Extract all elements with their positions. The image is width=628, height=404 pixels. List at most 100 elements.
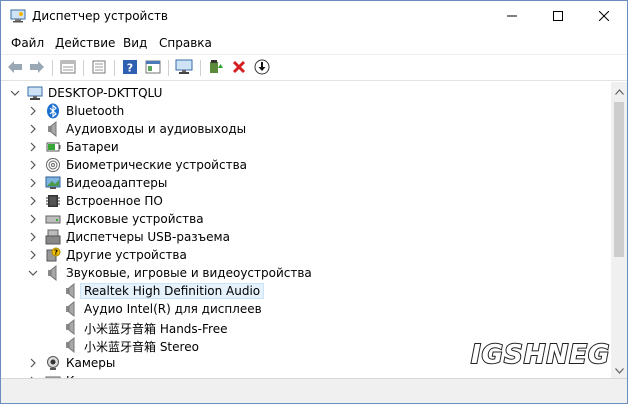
chevron-right-icon[interactable]: [27, 248, 39, 262]
close-button[interactable]: [581, 1, 627, 32]
tree-child[interactable]: 小米蓝牙音箱 Hands-Free: [1, 318, 611, 336]
tree-item-label: Дисковые устройства: [66, 212, 204, 226]
speaker-icon: [63, 300, 79, 318]
back-button[interactable]: [6, 59, 24, 77]
chevron-right-icon[interactable]: [27, 356, 39, 370]
camera-icon: [45, 355, 61, 371]
scan-hardware-button[interactable]: [175, 59, 193, 77]
chevron-up-icon: [614, 84, 624, 98]
close-icon: [598, 10, 610, 24]
tree-item[interactable]: ? Другие устройства: [1, 246, 611, 264]
device-tree: DESKTOP-DKTTQLU Bluetooth Аудиовходы и а…: [1, 82, 611, 378]
menu-view[interactable]: Вид: [123, 36, 147, 50]
fingerprint-icon: [45, 157, 61, 173]
tree-item[interactable]: Видеоадаптеры: [1, 174, 611, 192]
chevron-right-icon[interactable]: [27, 212, 39, 226]
menu-file[interactable]: Файл: [11, 36, 44, 50]
speaker-icon: [45, 264, 61, 282]
maximize-icon: [553, 10, 563, 24]
display-adapter-icon: [45, 175, 61, 191]
update-driver-button[interactable]: [207, 59, 225, 77]
chevron-down-icon[interactable]: [9, 86, 21, 100]
chevron-right-icon[interactable]: [27, 122, 39, 136]
tree-icon: [91, 60, 107, 77]
tree-item[interactable]: Встроенное ПО: [1, 192, 611, 210]
tree-item[interactable]: Диспетчеры USB-разъема: [1, 228, 611, 246]
tree-item-label: Батареи: [66, 140, 119, 154]
tree-item[interactable]: Биометрические устройства: [1, 156, 611, 174]
chevron-right-icon[interactable]: [27, 230, 39, 244]
tree-item[interactable]: Bluetooth: [1, 102, 611, 120]
firmware-icon: [45, 193, 61, 209]
tree-item[interactable]: Батареи: [1, 138, 611, 156]
chevron-right-icon[interactable]: [27, 194, 39, 208]
tree-item-label: Камеры: [66, 356, 116, 370]
tree-child-label: Realtek High Definition Audio: [79, 283, 265, 299]
tree-root[interactable]: DESKTOP-DKTTQLU: [1, 84, 611, 102]
tree-child-label: 小米蓝牙音箱 Hands-Free: [84, 322, 228, 336]
chevron-down-icon[interactable]: [27, 266, 39, 280]
tree-item-label: Встроенное ПО: [66, 194, 163, 208]
tree-item[interactable]: Дисковые устройства: [1, 210, 611, 228]
back-icon: [7, 60, 23, 77]
speaker-icon: [63, 336, 79, 354]
tree-child-label: 小米蓝牙音箱 Stereo: [84, 340, 199, 354]
tree-item-label: Аудиовходы и аудиовыходы: [66, 122, 247, 136]
tree-root-label: DESKTOP-DKTTQLU: [48, 86, 163, 100]
tree-item-expanded[interactable]: Звуковые, игровые и видеоустройства: [1, 264, 611, 282]
minimize-button[interactable]: [489, 1, 535, 32]
tree-item-label: Bluetooth: [66, 104, 125, 118]
disk-icon: [45, 211, 61, 227]
window-title: Диспетчер устройств: [32, 9, 169, 23]
speaker-icon: [45, 120, 61, 138]
chevron-right-icon[interactable]: [27, 158, 39, 172]
show-tree-button[interactable]: [90, 59, 108, 77]
monitor-icon: [175, 59, 193, 78]
tree-child-selected[interactable]: Realtek High Definition Audio: [1, 282, 611, 300]
scroll-thumb[interactable]: [614, 102, 624, 257]
forward-icon: [29, 60, 45, 77]
bluetooth-icon: [45, 103, 61, 119]
device-manager-window: Диспетчер устройств Файл Действие Вид Сп…: [0, 0, 628, 404]
scroll-down-button[interactable]: [611, 361, 627, 378]
properties-button[interactable]: [59, 59, 77, 77]
toolbar: ?: [1, 54, 627, 81]
chevron-right-icon[interactable]: [27, 104, 39, 118]
watermark: IGSHNEG: [470, 339, 611, 371]
tree-child[interactable]: Аудио Intel(R) для дисплеев: [1, 300, 611, 318]
tree-item-label: Звуковые, игровые и видеоустройства: [66, 266, 312, 280]
chevron-down-icon: [614, 363, 624, 377]
uninstall-button[interactable]: [230, 59, 248, 77]
scroll-up-button[interactable]: [611, 82, 627, 99]
speaker-icon: [63, 318, 79, 336]
tree-item-label: Диспетчеры USB-разъема: [66, 230, 230, 244]
chevron-right-icon[interactable]: [27, 140, 39, 154]
tree-item[interactable]: Аудиовходы и аудиовыходы: [1, 120, 611, 138]
maximize-button[interactable]: [535, 1, 581, 32]
menu-help[interactable]: Справка: [159, 36, 212, 50]
properties-icon: [60, 60, 76, 77]
menu-action[interactable]: Действие: [55, 36, 115, 50]
minimize-icon: [507, 10, 517, 24]
tree-item-label: Биометрические устройства: [66, 158, 247, 172]
status-bar: [1, 378, 627, 403]
console-button[interactable]: [144, 59, 162, 77]
chevron-right-icon[interactable]: [27, 176, 39, 190]
tree-child-label: Аудио Intel(R) для дисплеев: [84, 302, 262, 316]
update-driver-icon: [208, 59, 224, 78]
console-icon: [145, 60, 161, 77]
usb-icon: [45, 229, 61, 245]
tree-item-label: Видеоадаптеры: [66, 176, 168, 190]
computer-icon: [27, 85, 43, 101]
uninstall-icon: [232, 60, 246, 77]
help-button[interactable]: ?: [121, 59, 139, 77]
vertical-scrollbar[interactable]: [611, 82, 627, 378]
device-manager-icon: [10, 9, 26, 23]
tree-item-label: Другие устройства: [66, 248, 187, 262]
battery-icon: [45, 139, 61, 155]
svg-text:?: ?: [127, 61, 133, 74]
title-bar[interactable]: Диспетчер устройств: [1, 1, 627, 32]
help-icon: ?: [122, 59, 138, 78]
forward-button[interactable]: [28, 59, 46, 77]
download-button[interactable]: [253, 59, 271, 77]
